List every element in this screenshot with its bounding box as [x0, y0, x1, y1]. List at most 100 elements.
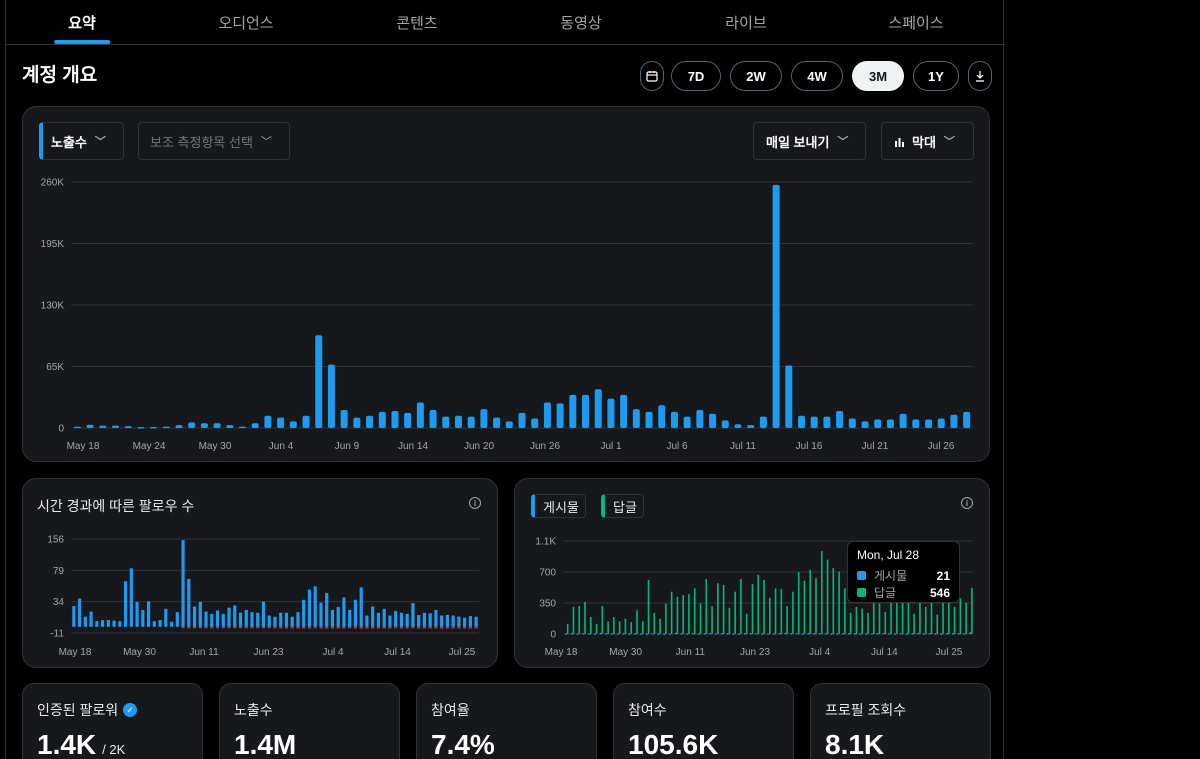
stat-verified-followers[interactable]: 인증된 팔로워 ✓ 1.4K / 2K [22, 683, 203, 759]
posts-swatch [857, 571, 866, 580]
chart-bar [726, 633, 729, 635]
chart-bar [226, 425, 234, 428]
chart-bar [468, 626, 472, 629]
chart-bar [683, 416, 691, 428]
range-1y-button[interactable]: 1Y [913, 61, 959, 91]
chart-bar [106, 620, 110, 627]
chart-bar [353, 626, 358, 629]
chart-bar [844, 588, 846, 634]
tab-live[interactable]: 라이브 [725, 0, 766, 44]
stat-value: 7.4% [431, 729, 495, 759]
chart-bar [543, 402, 551, 428]
chart-bar [632, 409, 640, 428]
chart-bar [200, 423, 208, 428]
stat-impressions[interactable]: 노출수 1.4M [219, 683, 400, 759]
chart-bar [934, 633, 937, 635]
chart-bar [227, 626, 231, 629]
chart-bar [273, 616, 277, 627]
chart-bar [204, 611, 208, 627]
x-tick-label: Jul 25 [936, 647, 963, 658]
chart-bar [589, 617, 592, 634]
chart-bar [582, 394, 590, 428]
y-tick-label: 156 [47, 535, 64, 546]
chart-bar [319, 626, 323, 629]
tab-video[interactable]: 동영상 [560, 0, 601, 44]
chart-bar [290, 626, 294, 629]
chart-bar [861, 421, 869, 428]
tab-audience[interactable]: 오디언스 [218, 0, 273, 44]
chart-bar [786, 606, 788, 634]
chart-bar [965, 602, 967, 634]
chart-bar [832, 568, 835, 634]
chart-bar [192, 626, 197, 629]
chart-bar [78, 598, 82, 627]
date-picker-button[interactable] [640, 61, 664, 91]
chart-bar [325, 593, 329, 627]
x-tick-label: Jun 14 [398, 441, 428, 452]
chart-bar [531, 418, 539, 428]
chart-bar [371, 606, 375, 627]
chart-bar [394, 626, 398, 629]
chart-bar [570, 633, 573, 635]
x-tick-label: Jun 20 [464, 441, 494, 452]
chart-bar [790, 632, 792, 635]
chart-bar [634, 633, 636, 635]
chart-bar [238, 626, 243, 629]
chart-bar [422, 626, 427, 629]
chart-bar [428, 626, 432, 629]
chart-bar [963, 411, 971, 428]
chart-bar [925, 419, 933, 428]
range-2w-button[interactable]: 2W [730, 61, 782, 91]
chart-bar [428, 613, 432, 627]
stat-label: 참여수 [628, 702, 667, 718]
chart-bar [340, 410, 348, 428]
stat-profile-visits[interactable]: 프로필 조회수 8.1K [810, 683, 991, 759]
chart-bar [640, 633, 642, 635]
tab-spaces[interactable]: 스페이스 [888, 0, 943, 44]
chart-bar [622, 632, 625, 635]
y-tick-label: 195K [41, 239, 65, 250]
x-tick-label: Jul 1 [600, 441, 622, 452]
chart-bar [749, 632, 752, 635]
x-tick-label: Jun 4 [269, 441, 294, 452]
chart-bar [215, 626, 220, 629]
chart-bar [505, 421, 513, 428]
tab-content[interactable]: 콘텐츠 [396, 0, 437, 44]
chart-bar [874, 419, 882, 428]
download-button[interactable] [968, 61, 992, 91]
chart-bar [359, 626, 363, 629]
chart-bar [641, 621, 644, 634]
x-tick-label: Jul 25 [449, 647, 476, 658]
chart-bar [611, 633, 613, 635]
chart-bar [665, 603, 667, 634]
chart-bar [815, 578, 817, 634]
stat-value-text: 1.4K [37, 729, 97, 759]
chart-bar [73, 426, 81, 429]
chart-bar [365, 626, 369, 629]
range-4w-button[interactable]: 4W [791, 61, 843, 91]
chart-bar [810, 416, 818, 428]
chart-bar [279, 612, 283, 627]
chart-bar [653, 612, 656, 634]
chart-bar [605, 633, 608, 635]
chart-bar [416, 402, 424, 428]
tooltip-replies-value: 546 [929, 585, 950, 600]
chart-bar [772, 633, 775, 635]
tooltip-posts-value: 21 [936, 568, 950, 583]
chart-bar [696, 410, 704, 428]
stat-engagement-rate[interactable]: 참여율 7.4% [416, 683, 597, 759]
chart-bar [83, 616, 87, 627]
chart-bar [745, 613, 748, 634]
tab-summary[interactable]: 요약 [54, 0, 110, 44]
chart-bar [682, 595, 684, 634]
chart-bar [823, 416, 831, 428]
stat-engagements[interactable]: 참여수 105.6K [613, 683, 794, 759]
chart-bar [930, 598, 933, 634]
chart-bar [566, 623, 569, 634]
chart-bar [830, 633, 833, 635]
chart-bar [463, 626, 467, 629]
range-3m-button[interactable]: 3M [852, 61, 904, 91]
chart-bar [657, 633, 660, 635]
chart-bar [388, 615, 392, 627]
range-7d-button[interactable]: 7D [671, 61, 721, 91]
